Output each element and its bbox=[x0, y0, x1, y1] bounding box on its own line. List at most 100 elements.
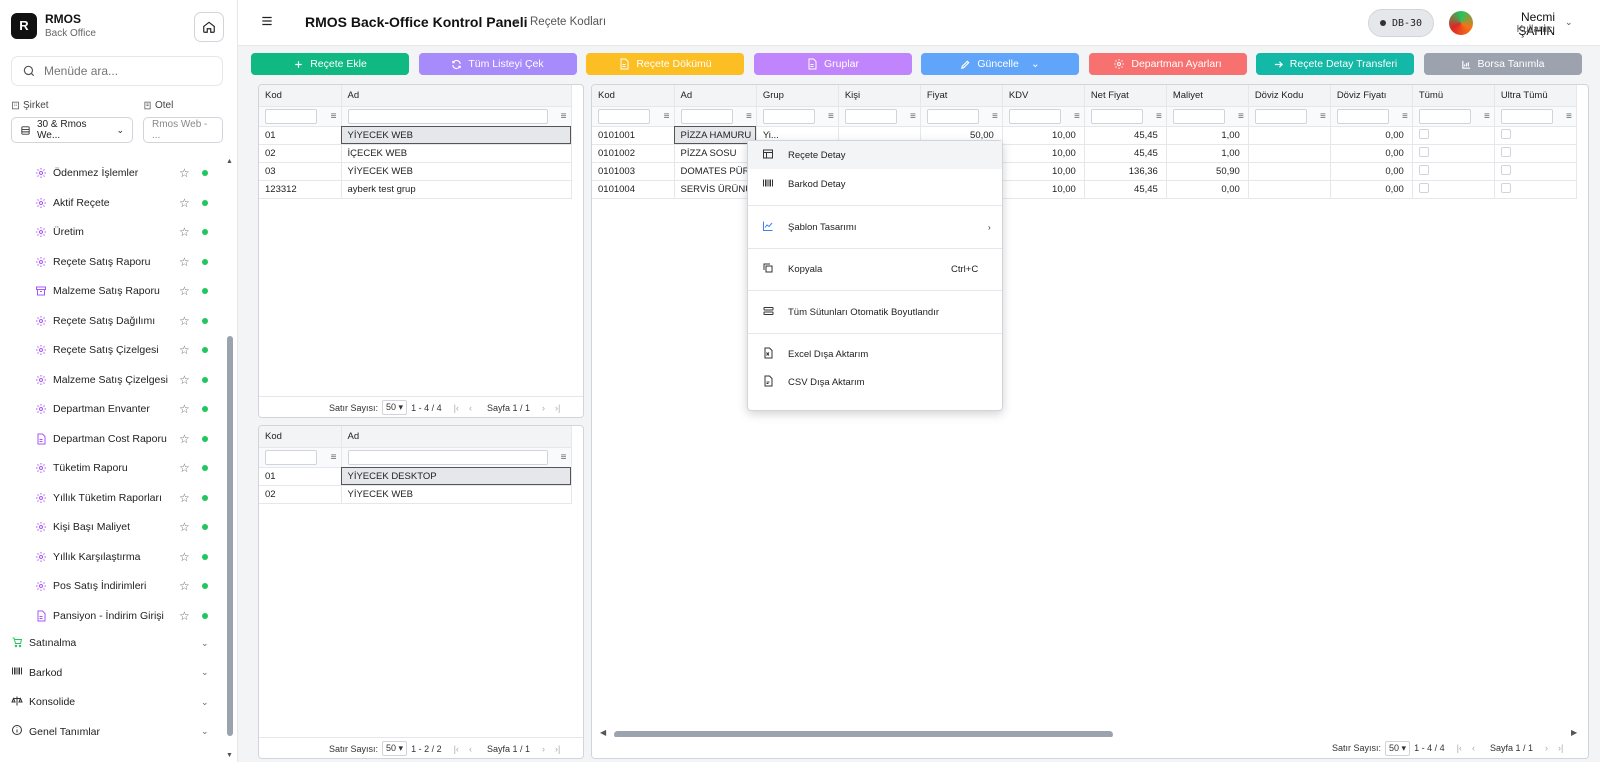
column-header-grup[interactable]: Grup bbox=[756, 85, 839, 107]
sidebar-item-pos-satis-indirimleri[interactable]: Pos Satış İndirimleri ☆ bbox=[0, 571, 222, 601]
context-menu-excel-disa-aktarim[interactable]: Excel Dışa Aktarım bbox=[748, 340, 1002, 368]
filter-icon[interactable]: ≡ bbox=[331, 452, 337, 463]
sidebar-item-odenmez-islemler[interactable]: Ödenmez İşlemler ☆ bbox=[0, 158, 222, 188]
filter-input[interactable] bbox=[762, 108, 815, 124]
table-cell[interactable]: 10,00 bbox=[1002, 144, 1085, 163]
checkbox[interactable] bbox=[1418, 164, 1429, 175]
filter-input[interactable] bbox=[1336, 108, 1389, 124]
brand[interactable]: R RMOS Back Office bbox=[11, 12, 96, 39]
context-menu-csv-disa-aktarim[interactable]: CSV Dışa Aktarım bbox=[748, 368, 1002, 396]
context-menu-kopyala[interactable]: Kopyala Ctrl+C bbox=[748, 255, 1002, 283]
page-size-select[interactable]: 50 ▾ bbox=[382, 400, 408, 415]
table-cell[interactable]: 0101002 bbox=[592, 144, 675, 163]
table-cell[interactable]: 0,00 bbox=[1166, 180, 1249, 199]
filter-icon[interactable]: ≡ bbox=[746, 111, 752, 122]
table-cell[interactable]: 0101004 bbox=[592, 180, 675, 199]
filter-icon[interactable]: ≡ bbox=[561, 111, 567, 122]
sidebar-item-yillik-karsilastirma[interactable]: Yıllık Karşılaştırma ☆ bbox=[0, 542, 222, 572]
star-icon[interactable]: ☆ bbox=[179, 255, 190, 269]
filter-icon[interactable]: ≡ bbox=[331, 111, 337, 122]
sidebar-item-recete-satis-raporu[interactable]: Reçete Satış Raporu ☆ bbox=[0, 247, 222, 277]
checkbox[interactable] bbox=[1500, 164, 1511, 175]
column-header-kdv[interactable]: KDV bbox=[1002, 85, 1085, 107]
star-icon[interactable]: ☆ bbox=[179, 579, 190, 593]
filter-icon[interactable]: ≡ bbox=[1402, 111, 1408, 122]
checkbox[interactable] bbox=[1418, 128, 1429, 139]
filter-input[interactable] bbox=[347, 449, 548, 465]
last-page-button[interactable]: ›| bbox=[1558, 743, 1563, 753]
filter-input[interactable] bbox=[1008, 108, 1061, 124]
table-row[interactable]: 0101003DOMATES PÜRE010,00136,3650,900,00 bbox=[592, 162, 1577, 181]
star-icon[interactable]: ☆ bbox=[179, 373, 190, 387]
table-cell[interactable] bbox=[1494, 180, 1577, 199]
table-cell[interactable]: 02 bbox=[259, 144, 342, 163]
table-cell[interactable]: 50,90 bbox=[1166, 162, 1249, 181]
next-page-button[interactable]: › bbox=[542, 403, 545, 413]
recete-dokumu-button[interactable]: Reçete Dökümü bbox=[586, 53, 744, 75]
sidebar-item-yillik-tuketim-raporlari[interactable]: Yıllık Tüketim Raporları ☆ bbox=[0, 483, 222, 513]
star-icon[interactable]: ☆ bbox=[179, 402, 190, 416]
table-cell[interactable]: 01 bbox=[259, 467, 342, 486]
table-cell[interactable]: 1,00 bbox=[1166, 126, 1249, 145]
filter-icon[interactable]: ≡ bbox=[1074, 111, 1080, 122]
sidebar-item-tuketim-raporu[interactable]: Tüketim Raporu ☆ bbox=[0, 453, 222, 483]
db-badge[interactable]: DB-30 bbox=[1368, 9, 1434, 37]
table-cell[interactable]: 45,45 bbox=[1084, 126, 1167, 145]
star-icon[interactable]: ☆ bbox=[179, 432, 190, 446]
filter-icon[interactable]: ≡ bbox=[1320, 111, 1326, 122]
checkbox[interactable] bbox=[1500, 146, 1511, 157]
sidebar-item-departman-envanter[interactable]: Departman Envanter ☆ bbox=[0, 394, 222, 424]
column-header-doviz-fiyati[interactable]: Döviz Fiyatı bbox=[1330, 85, 1413, 107]
filter-icon[interactable]: ≡ bbox=[1566, 111, 1572, 122]
table-cell[interactable]: 45,45 bbox=[1084, 180, 1167, 199]
filter-input[interactable] bbox=[844, 108, 897, 124]
table-row[interactable]: 0101002PİZZA SOSU010,0045,451,000,00 bbox=[592, 144, 1577, 163]
sidebar-item-recete-satis-cizelgesi[interactable]: Reçete Satış Çizelgesi ☆ bbox=[0, 335, 222, 365]
table-cell[interactable] bbox=[1248, 144, 1331, 163]
last-page-button[interactable]: ›| bbox=[555, 403, 560, 413]
filter-icon[interactable]: ≡ bbox=[828, 111, 834, 122]
first-page-button[interactable]: |‹ bbox=[1457, 743, 1462, 753]
filter-input[interactable] bbox=[926, 108, 979, 124]
column-header-ad[interactable]: Ad bbox=[341, 426, 572, 448]
sidebar-item-malzeme-satis-raporu[interactable]: Malzeme Satış Raporu ☆ bbox=[0, 276, 222, 306]
table-row[interactable]: 0101004SERVİS ÜRÜNÜ010,0045,450,000,00 bbox=[592, 180, 1577, 199]
filter-icon[interactable]: ≡ bbox=[910, 111, 916, 122]
table-cell[interactable]: SERVİS ÜRÜNÜ bbox=[674, 180, 757, 199]
column-header-kod[interactable]: Kod bbox=[592, 85, 675, 107]
context-menu-barkod-detay[interactable]: Barkod Detay bbox=[748, 170, 1002, 198]
filter-icon[interactable]: ≡ bbox=[1484, 111, 1490, 122]
user-menu-chevron-icon[interactable]: ⌄ bbox=[1565, 17, 1573, 28]
table-cell[interactable]: YİYECEK WEB bbox=[341, 126, 572, 145]
column-header-ad[interactable]: Ad bbox=[674, 85, 757, 107]
filter-icon[interactable]: ≡ bbox=[1238, 111, 1244, 122]
gruplar-button[interactable]: Gruplar bbox=[753, 53, 912, 75]
borsa-tanimla-button[interactable]: Borsa Tanımla bbox=[1423, 53, 1582, 75]
next-page-button[interactable]: › bbox=[1545, 743, 1548, 753]
scroll-right-arrow[interactable]: ▶ bbox=[1571, 728, 1577, 737]
table-row[interactable]: 0101001 PİZZA HAMURU Yi... 50,00 10,00 45,45 1… bbox=[592, 126, 1577, 145]
column-header-ad[interactable]: Ad bbox=[341, 85, 572, 107]
table-cell[interactable] bbox=[1412, 126, 1495, 145]
star-icon[interactable]: ☆ bbox=[179, 225, 190, 239]
table-cell[interactable]: 10,00 bbox=[1002, 126, 1085, 145]
prev-page-button[interactable]: ‹ bbox=[1472, 743, 1475, 753]
sidebar-item-departman-cost-raporu[interactable]: Departman Cost Raporu ☆ bbox=[0, 424, 222, 454]
tum-listeyi-cek-button[interactable]: Tüm Listeyi Çek bbox=[418, 53, 577, 75]
context-menu-tum-sutunlari-otomatik-boyutlandir[interactable]: Tüm Sütunları Otomatik Boyutlandır bbox=[748, 298, 1002, 326]
table-cell[interactable] bbox=[1494, 162, 1577, 181]
guncelle-button[interactable]: Güncelle ⌄ bbox=[921, 53, 1079, 75]
star-icon[interactable]: ☆ bbox=[179, 520, 190, 534]
home-button[interactable] bbox=[194, 12, 224, 42]
table-cell[interactable]: 0,00 bbox=[1330, 126, 1413, 145]
context-menu-recete-detay[interactable]: Reçete Detay bbox=[748, 141, 1002, 169]
table-cell[interactable] bbox=[1494, 144, 1577, 163]
table-cell[interactable] bbox=[1412, 180, 1495, 199]
column-header-kisi[interactable]: Kişi bbox=[838, 85, 921, 107]
menu-search-input[interactable] bbox=[44, 64, 214, 78]
last-page-button[interactable]: ›| bbox=[555, 744, 560, 754]
star-icon[interactable]: ☆ bbox=[179, 284, 190, 298]
first-page-button[interactable]: |‹ bbox=[454, 403, 459, 413]
table-cell[interactable]: 0101001 bbox=[592, 126, 675, 145]
table-cell[interactable]: 10,00 bbox=[1002, 180, 1085, 199]
